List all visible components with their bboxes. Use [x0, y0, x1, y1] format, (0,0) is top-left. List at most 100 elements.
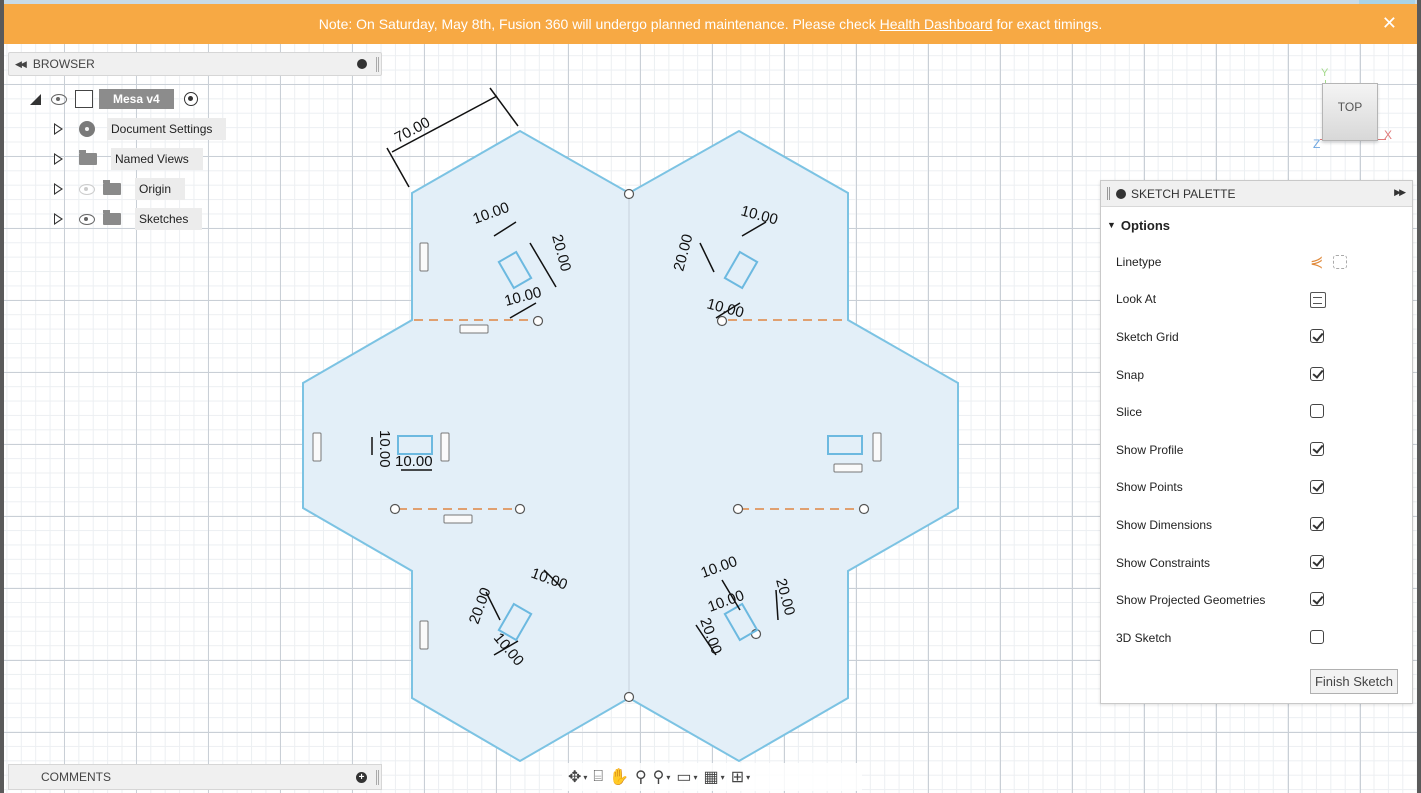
- option-label: Show Profile: [1116, 442, 1184, 457]
- option-look-at: Look At: [1101, 281, 1412, 319]
- banner-message: Note: On Saturday, May 8th, Fusion 360 w…: [319, 16, 1102, 32]
- expand-panel-icon[interactable]: ▶▶: [1394, 187, 1406, 198]
- option-label: Show Constraints: [1116, 555, 1211, 570]
- navigation-toolbar: ✥ ▾ ⌸ ✋ ⚲ ⚲ ▾ ▭ ▾ ▦ ▾ ⊞ ▾: [562, 763, 862, 791]
- display-settings-icon[interactable]: ▭ ▾: [674, 767, 699, 787]
- hidden-eye-icon[interactable]: [77, 182, 97, 196]
- browser-item-named-views[interactable]: Named Views: [54, 148, 203, 170]
- browser-item-label: Named Views: [111, 148, 203, 170]
- show-projected-geometries-checkbox[interactable]: [1310, 592, 1324, 607]
- drag-grip-icon[interactable]: [1107, 187, 1110, 200]
- browser-panel-header[interactable]: ◀◀ BROWSER: [8, 52, 382, 76]
- expand-triangle-icon[interactable]: [30, 93, 41, 105]
- option-slice: Slice: [1101, 393, 1412, 431]
- minimize-icon[interactable]: [1116, 188, 1126, 199]
- root-component-label[interactable]: Mesa v4: [99, 89, 174, 109]
- browser-item-document-settings[interactable]: Document Settings: [54, 118, 227, 140]
- add-comment-icon[interactable]: +: [356, 772, 367, 783]
- gear-icon: [79, 121, 95, 137]
- resize-grip-icon[interactable]: [376, 57, 379, 72]
- activate-radio-icon[interactable]: [183, 92, 198, 106]
- health-dashboard-link[interactable]: Health Dashboard: [880, 16, 993, 32]
- option-show-points: Show Points: [1101, 469, 1412, 507]
- slice-checkbox[interactable]: [1310, 404, 1324, 419]
- sketch-grid-checkbox[interactable]: [1310, 329, 1324, 344]
- comments-title: COMMENTS: [41, 770, 111, 784]
- pan-icon[interactable]: ✋: [607, 767, 631, 787]
- option-label: Slice: [1116, 405, 1143, 420]
- option-show-projected-geometries: Show Projected Geometries: [1101, 581, 1412, 619]
- option-label: Sketch Grid: [1116, 329, 1179, 344]
- component-icon: [75, 90, 93, 108]
- option-3d-sketch: 3D Sketch: [1101, 619, 1412, 657]
- orbit-icon[interactable]: ✥ ▾: [566, 767, 589, 787]
- visibility-eye-icon[interactable]: [77, 212, 97, 226]
- snap-checkbox[interactable]: [1310, 366, 1324, 381]
- view-cube[interactable]: TOP: [1322, 83, 1378, 141]
- view-cube-face-label[interactable]: TOP: [1338, 100, 1362, 114]
- browser-item-sketches[interactable]: Sketches: [54, 208, 203, 230]
- 3d-sketch-checkbox[interactable]: [1310, 629, 1324, 644]
- show-constraints-checkbox[interactable]: [1310, 554, 1324, 569]
- option-label: Show Projected Geometries: [1116, 593, 1266, 608]
- collapse-triangle-icon[interactable]: ▼: [1107, 220, 1116, 230]
- grid-settings-icon[interactable]: ▦ ▾: [702, 767, 727, 787]
- option-label: Show Dimensions: [1116, 517, 1213, 532]
- visibility-eye-icon[interactable]: [49, 92, 69, 106]
- browser-item-label: Document Settings: [107, 118, 227, 140]
- dimension-width-l[interactable]: 10.00: [395, 453, 433, 470]
- browser-item-origin[interactable]: Origin: [54, 178, 186, 200]
- centerline-linetype-icon[interactable]: [1333, 255, 1348, 269]
- sketch-palette-title: SKETCH PALETTE: [1131, 186, 1236, 201]
- option-show-profile: Show Profile: [1101, 431, 1412, 469]
- look-at-icon[interactable]: ⌸: [591, 768, 605, 786]
- expand-triangle-icon[interactable]: [54, 123, 63, 135]
- dimension-height-l[interactable]: 10.00: [376, 430, 393, 468]
- show-profile-checkbox[interactable]: [1310, 441, 1324, 456]
- browser-root-item[interactable]: Mesa v4: [30, 88, 198, 110]
- options-section-label: Options: [1120, 217, 1171, 233]
- resize-grip-icon[interactable]: [376, 770, 379, 785]
- option-label: Show Points: [1116, 480, 1183, 495]
- expand-triangle-icon[interactable]: [54, 153, 63, 165]
- banner-text-before: Note: On Saturday, May 8th, Fusion 360 w…: [318, 16, 880, 32]
- comments-panel[interactable]: COMMENTS +: [8, 764, 382, 790]
- browser-title: BROWSER: [32, 57, 95, 71]
- option-sketch-grid: Sketch Grid: [1101, 318, 1412, 356]
- sketch-palette-header[interactable]: SKETCH PALETTE ▶▶: [1101, 181, 1412, 207]
- viewports-icon[interactable]: ⊞ ▾: [729, 767, 752, 787]
- maintenance-banner: Note: On Saturday, May 8th, Fusion 360 w…: [4, 4, 1417, 44]
- option-label: Snap: [1116, 367, 1145, 382]
- folder-icon: [103, 210, 121, 225]
- option-show-constraints: Show Constraints: [1101, 544, 1412, 582]
- axis-z-label: Z: [1313, 137, 1321, 151]
- fit-icon[interactable]: ⚲ ▾: [651, 767, 673, 787]
- browser-item-label: Origin: [135, 178, 186, 200]
- axis-x-label: X: [1384, 128, 1393, 142]
- zoom-icon[interactable]: ⚲: [633, 767, 649, 787]
- show-points-checkbox[interactable]: [1310, 479, 1324, 494]
- close-icon[interactable]: ✕: [1382, 13, 1397, 34]
- browser-item-label: Sketches: [135, 208, 203, 230]
- expand-triangle-icon[interactable]: [54, 213, 63, 225]
- sketch-palette: SKETCH PALETTE ▶▶ ▼ Options Linetype ⋞ L…: [1100, 180, 1413, 704]
- option-linetype: Linetype ⋞: [1101, 243, 1412, 281]
- sketch-profile[interactable]: [302, 129, 959, 763]
- axis-y-label: Y: [1321, 67, 1329, 79]
- options-section-header[interactable]: ▼ Options: [1101, 207, 1412, 243]
- option-snap: Snap: [1101, 356, 1412, 394]
- option-label: Linetype: [1116, 254, 1162, 269]
- pin-icon[interactable]: [357, 59, 367, 69]
- construction-linetype-icon[interactable]: ⋞: [1310, 252, 1323, 272]
- look-at-icon[interactable]: [1310, 291, 1326, 308]
- option-label: 3D Sketch: [1116, 630, 1172, 645]
- finish-sketch-button[interactable]: Finish Sketch: [1309, 669, 1398, 694]
- option-label: Look At: [1116, 292, 1157, 307]
- collapse-icon[interactable]: ◀◀: [15, 59, 27, 70]
- show-dimensions-checkbox[interactable]: [1310, 517, 1324, 532]
- folder-icon: [79, 150, 97, 165]
- linetype-controls[interactable]: ⋞: [1310, 252, 1348, 272]
- banner-text-after: for exact timings.: [992, 16, 1103, 32]
- expand-triangle-icon[interactable]: [54, 183, 63, 195]
- option-show-dimensions: Show Dimensions: [1101, 506, 1412, 544]
